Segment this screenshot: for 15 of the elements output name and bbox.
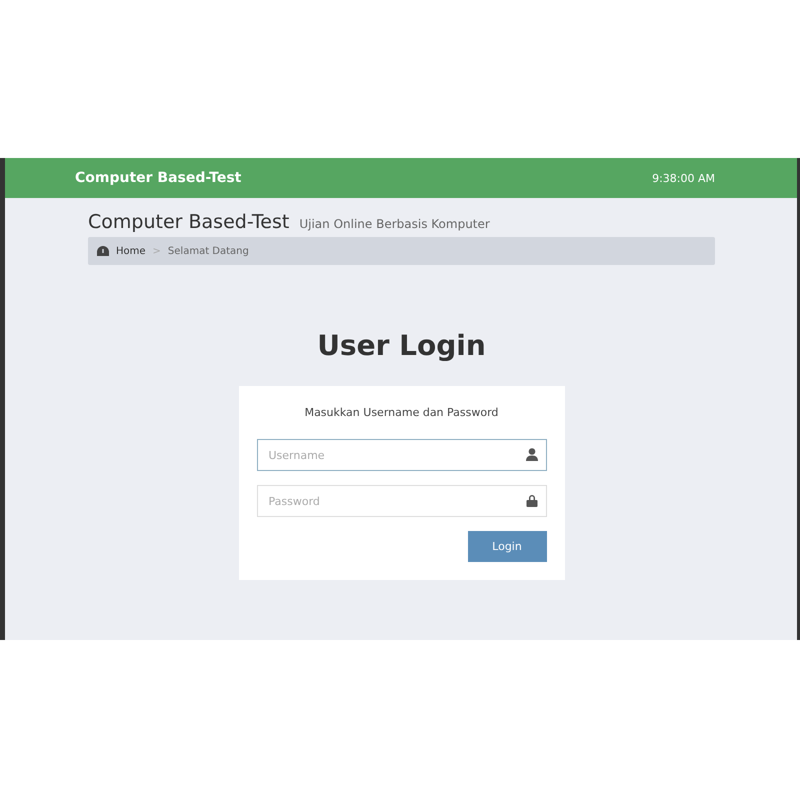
password-field[interactable]: Password bbox=[256, 485, 546, 517]
lock-icon bbox=[526, 494, 538, 507]
brand-title[interactable]: Computer Based-Test bbox=[75, 170, 242, 186]
user-icon bbox=[526, 448, 538, 461]
breadcrumb-link[interactable]: Home bbox=[116, 246, 146, 256]
login-heading: User Login bbox=[316, 329, 487, 362]
login-button[interactable]: Login bbox=[468, 531, 546, 562]
page-title: Computer Based-Test bbox=[88, 211, 290, 233]
breadcrumb-separator: > bbox=[152, 246, 161, 256]
login-instruction: Masukkan Username dan Password bbox=[304, 406, 500, 419]
page-subtitle: Ujian Online Berbasis Komputer bbox=[299, 217, 490, 231]
breadcrumb-current: Selamat Datang bbox=[168, 246, 249, 256]
clock-text: 9:38:00 AM bbox=[652, 172, 715, 184]
dashboard-icon bbox=[97, 246, 109, 256]
username-field[interactable]: Username bbox=[256, 439, 546, 471]
